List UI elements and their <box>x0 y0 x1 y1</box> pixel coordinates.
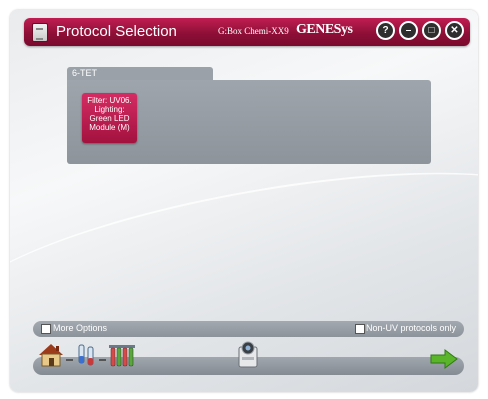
protocol-button-uv06-green-led[interactable]: Filter: UV06. Lighting: Green LED Module… <box>82 93 137 143</box>
more-options-checkbox[interactable] <box>41 324 51 334</box>
window-title: Protocol Selection <box>56 23 177 40</box>
minimize-button[interactable]: – <box>399 21 418 40</box>
protocol-line: Module (M) <box>89 123 130 132</box>
instrument-model: G:Box Chemi-XX9 <box>218 26 289 36</box>
options-bar: More Options Non-UV protocols only <box>33 321 464 337</box>
camera-icon[interactable] <box>236 341 260 369</box>
title-bar: Protocol Selection G:Box Chemi-XX9 GENES… <box>24 18 470 46</box>
protocol-line: Filter: UV06. <box>87 96 132 105</box>
tube-rack-icon[interactable] <box>108 343 136 369</box>
tab-6-tet[interactable]: 6-TET <box>67 67 213 81</box>
non-uv-label: Non-UV protocols only <box>366 323 457 333</box>
protocol-app-icon <box>32 23 48 42</box>
step-arrow-icon <box>66 359 73 361</box>
maximize-button[interactable]: □ <box>422 21 441 40</box>
home-icon[interactable] <box>38 343 64 367</box>
protocol-line: Lighting: <box>94 105 125 114</box>
next-arrow-icon[interactable] <box>430 349 458 369</box>
more-options-label: More Options <box>53 323 108 333</box>
close-button[interactable]: ✕ <box>445 21 464 40</box>
sample-tube-icon[interactable] <box>76 343 98 368</box>
protocol-line: Green LED <box>89 114 130 123</box>
non-uv-checkbox[interactable] <box>355 324 365 334</box>
brand-logo: GENESys <box>296 22 353 37</box>
step-arrow-icon <box>99 359 106 361</box>
help-button[interactable]: ? <box>376 21 395 40</box>
